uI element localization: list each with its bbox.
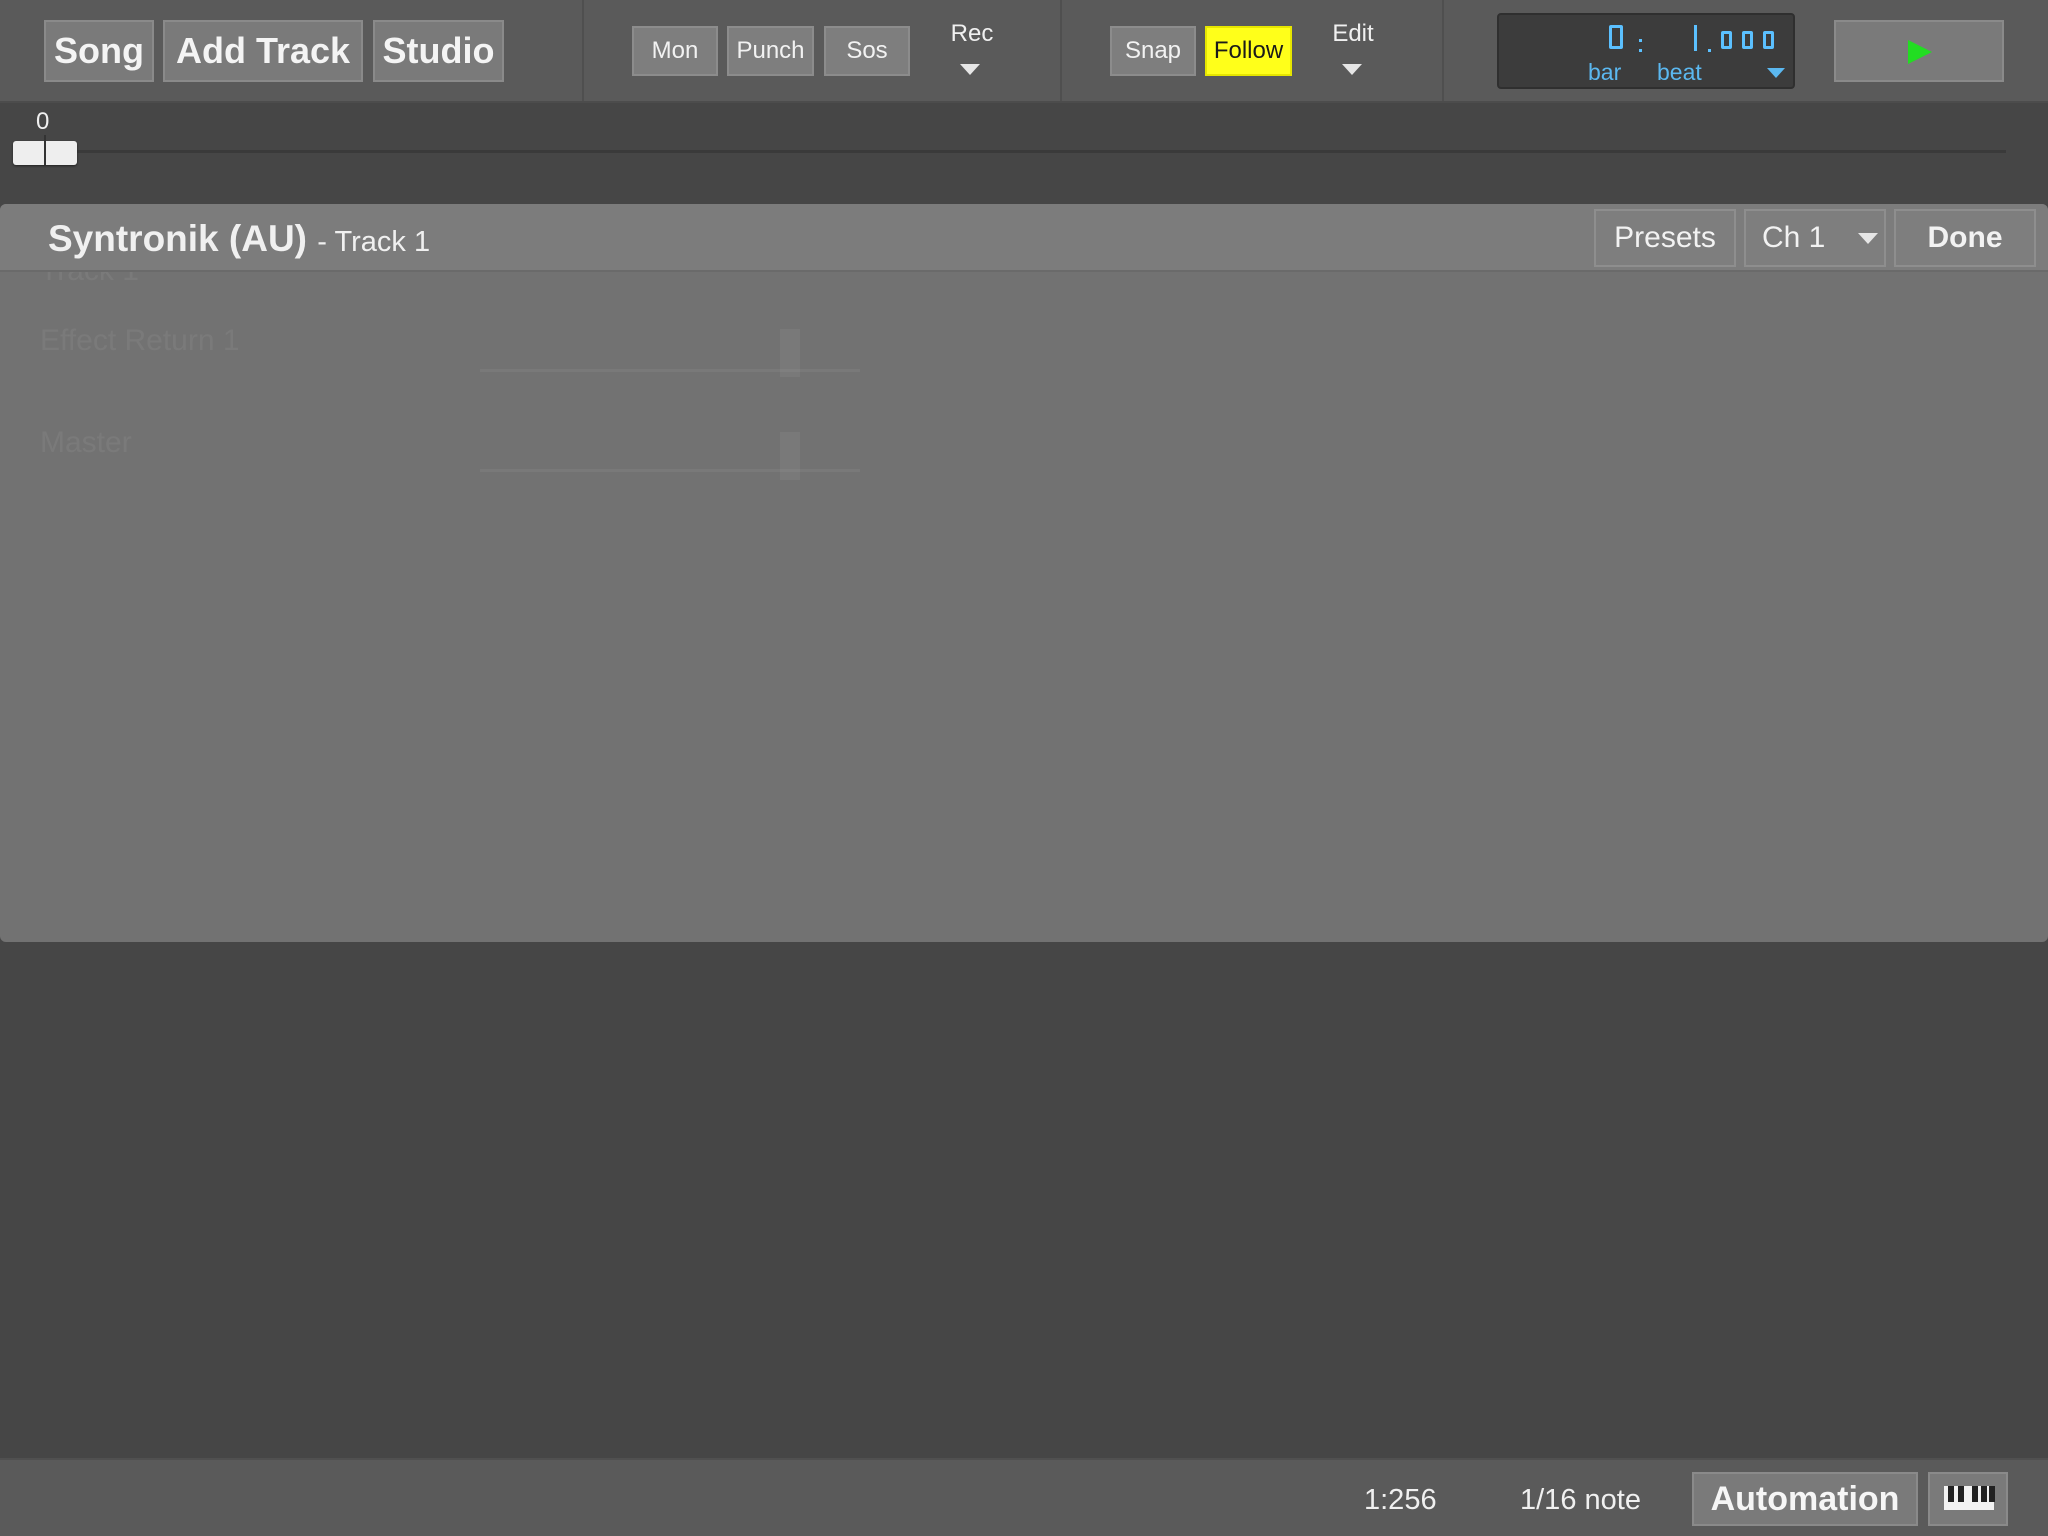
background-track-name: Master (40, 426, 132, 459)
background-meter (780, 329, 800, 377)
edit-label: Edit (1332, 20, 1374, 47)
toolbar-divider (1060, 0, 1062, 101)
top-toolbar: Song Add Track Studio Mon Punch Sos Rec … (0, 0, 2048, 103)
timeline-playhead-handle[interactable] (13, 135, 77, 165)
bar-digit (1609, 25, 1623, 49)
play-button[interactable] (1834, 20, 2004, 82)
background-fader (480, 469, 860, 472)
chevron-down-icon (960, 64, 980, 75)
snap-button[interactable]: Snap (1110, 26, 1196, 76)
toolbar-divider (1442, 0, 1444, 101)
piano-keyboard-button[interactable] (1928, 1472, 2008, 1526)
plugin-name: Syntronik (AU) (48, 218, 307, 259)
background-track-name: Effect Return 1 (40, 324, 240, 357)
punch-button[interactable]: Punch (727, 26, 814, 76)
mon-button[interactable]: Mon (632, 26, 718, 76)
play-icon (1908, 40, 1932, 64)
beat-dot (1708, 49, 1711, 52)
plugin-track-name: - Track 1 (317, 226, 431, 258)
timeline-position-label: 0 (36, 108, 50, 135)
plugin-header: Syntronik (AU) - Track 1 Presets Ch 1 Do… (0, 204, 2048, 272)
quantize-value[interactable]: 1/16 note (1520, 1484, 1641, 1517)
midi-channel-select[interactable]: Ch 1 (1744, 209, 1886, 267)
sos-button[interactable]: Sos (824, 26, 910, 76)
chevron-down-icon (1342, 64, 1362, 75)
chevron-down-icon (1858, 233, 1878, 244)
plugin-window: Track 1 Effect Return 1 Master Syntronik… (0, 204, 2048, 942)
tick-digit (1742, 31, 1753, 49)
bar-label: bar (1588, 59, 1622, 85)
rec-label: Rec (950, 20, 994, 47)
background-fader (480, 369, 860, 372)
bottom-status-bar: 1:256 1/16 note Automation (0, 1458, 2048, 1536)
time-colon (1639, 49, 1642, 52)
piano-keyboard-icon (1944, 1486, 1995, 1510)
time-display[interactable]: bar beat (1497, 13, 1795, 89)
song-button[interactable]: Song (44, 20, 154, 82)
timeline-track[interactable] (70, 150, 2006, 153)
zoom-level[interactable]: 1:256 (1364, 1484, 1437, 1517)
beat-digit (1694, 25, 1697, 51)
tick-digit (1721, 31, 1732, 49)
studio-button[interactable]: Studio (373, 20, 504, 82)
background-meter (780, 432, 800, 480)
time-colon (1639, 39, 1642, 42)
midi-channel-value: Ch 1 (1762, 221, 1826, 254)
chevron-down-icon[interactable] (1767, 68, 1785, 78)
plugin-title: Syntronik (AU) - Track 1 (48, 218, 430, 260)
presets-button[interactable]: Presets (1594, 209, 1736, 267)
done-button[interactable]: Done (1894, 209, 2036, 267)
toolbar-divider (582, 0, 584, 101)
beat-label: beat (1657, 59, 1702, 85)
tick-digit (1763, 31, 1774, 49)
add-track-button[interactable]: Add Track (163, 20, 363, 82)
automation-button[interactable]: Automation (1692, 1472, 1918, 1526)
follow-button[interactable]: Follow (1205, 26, 1292, 76)
